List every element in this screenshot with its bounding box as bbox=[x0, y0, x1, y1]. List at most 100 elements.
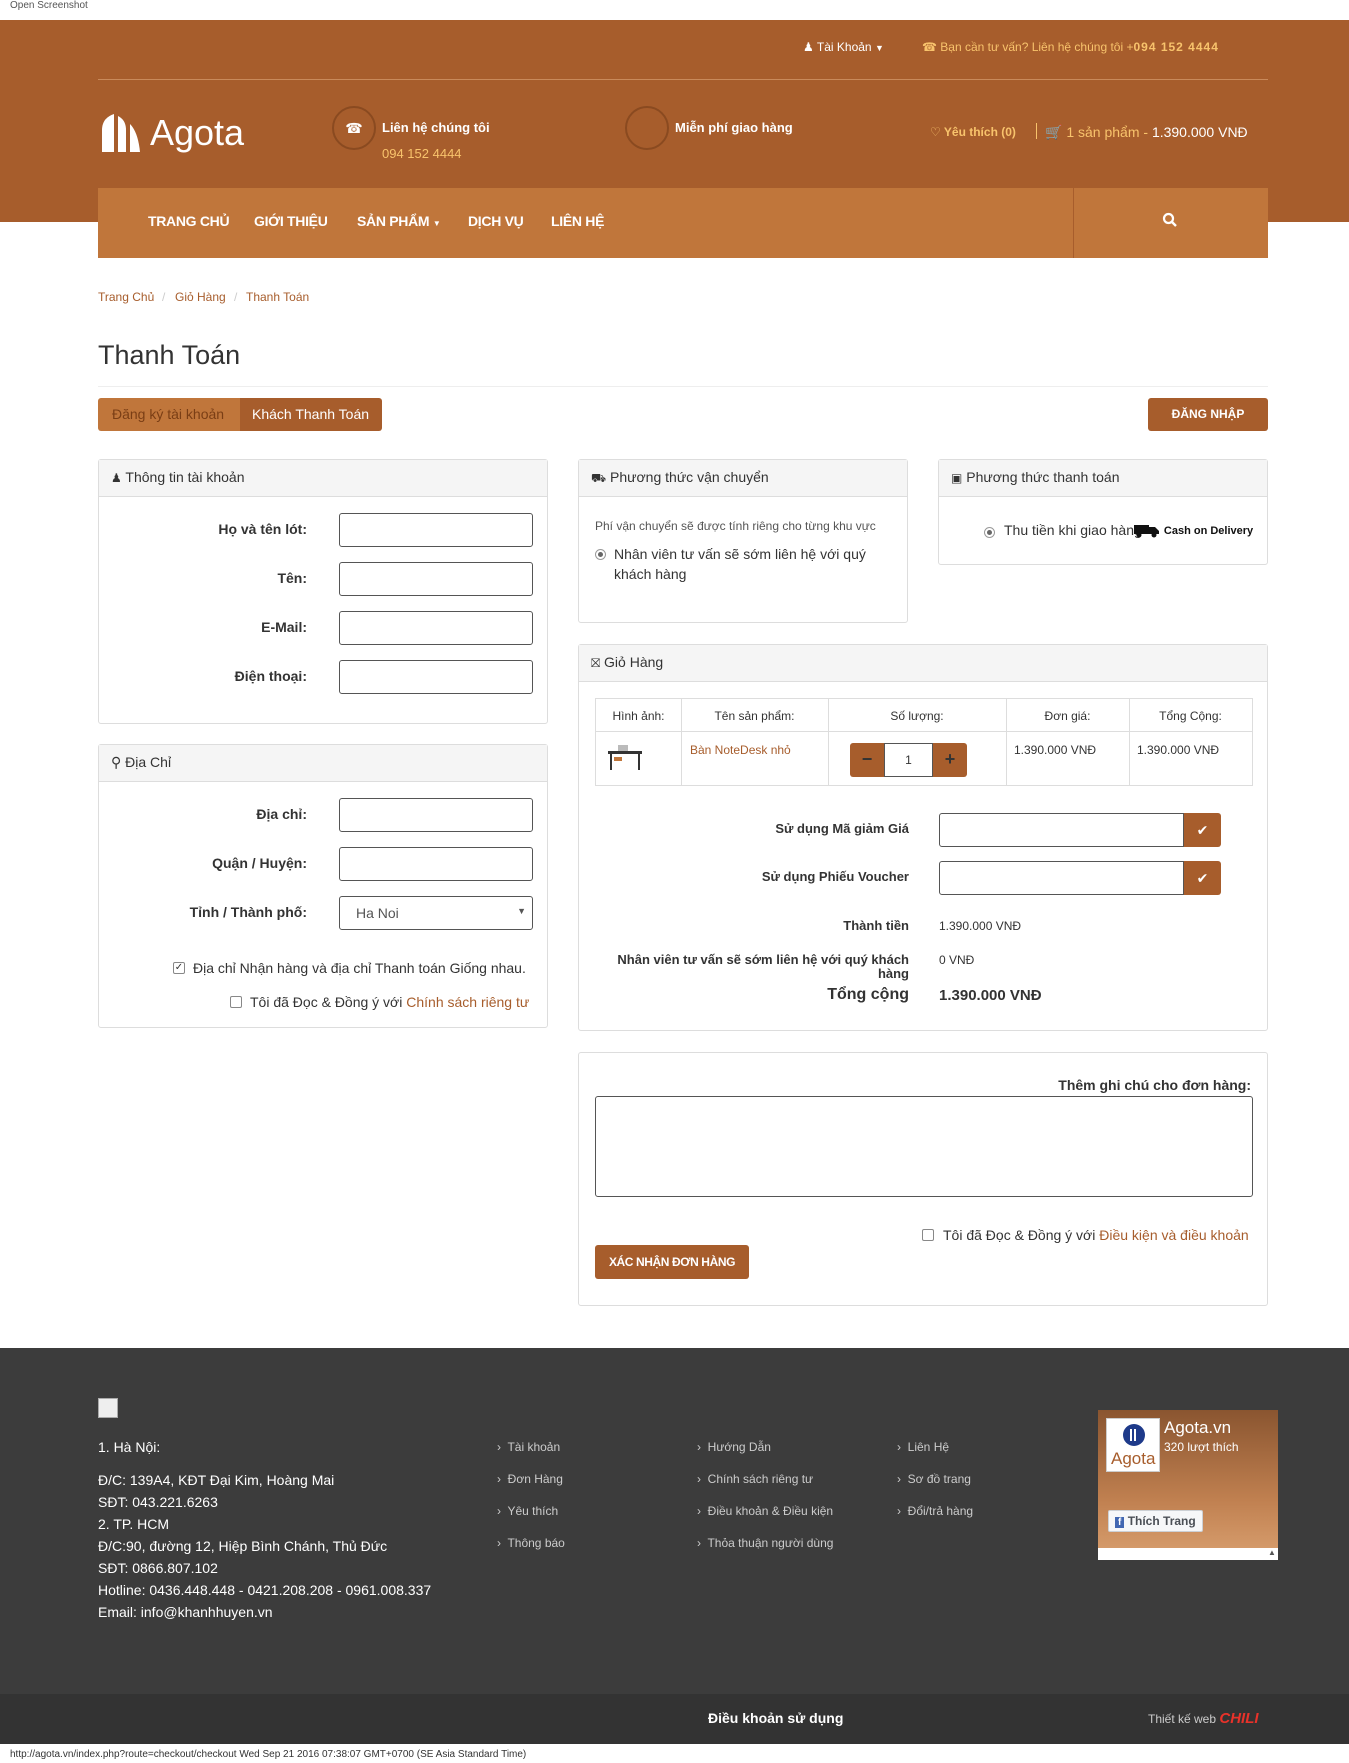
footer-link[interactable]: › Thỏa thuận người dùng bbox=[697, 1536, 833, 1550]
footer-link[interactable]: › Đơn Hàng bbox=[497, 1472, 563, 1486]
plus-button[interactable]: + bbox=[933, 743, 967, 777]
footer-link[interactable]: › Sơ đồ trang bbox=[897, 1472, 971, 1486]
lastname-input[interactable] bbox=[339, 513, 533, 547]
total-label: Tổng cộng bbox=[827, 986, 909, 1003]
designer-credit[interactable]: Thiết kế web CHILI bbox=[1148, 1710, 1259, 1727]
footer-link[interactable]: › Điều khoản & Điều kiện bbox=[697, 1504, 833, 1518]
footer-link[interactable]: › Tài khoản bbox=[497, 1440, 560, 1454]
breadcrumb-checkout[interactable]: Thanh Toán bbox=[246, 290, 309, 304]
footer-bottom-bar: Điều khoản sử dụng Thiết kế web CHILI bbox=[0, 1694, 1349, 1744]
voucher-input[interactable] bbox=[939, 861, 1184, 895]
cart-summary[interactable]: 🛒 1 sản phẩm - 1.390.000 VNĐ bbox=[1045, 124, 1248, 141]
footer-address-line: SĐT: 043.221.6263 bbox=[98, 1494, 218, 1510]
privacy-agree: Tôi đã Đọc & Đồng ý với Chính sách riêng… bbox=[250, 994, 530, 1010]
product-name-link[interactable]: Bàn NoteDesk nhỏ bbox=[690, 743, 791, 757]
footer-link[interactable]: › Chính sách riêng tư bbox=[697, 1472, 813, 1486]
order-notes-textarea[interactable] bbox=[595, 1096, 1253, 1197]
logo-icon bbox=[102, 114, 140, 152]
user-icon: ♟ bbox=[803, 40, 814, 54]
field-label: Điện thoại: bbox=[234, 668, 307, 684]
col-header: Đơn giá: bbox=[1044, 709, 1091, 723]
credit-card-icon: ▣ bbox=[951, 471, 963, 485]
product-thumbnail[interactable] bbox=[606, 743, 644, 776]
phone-icon: ☎ bbox=[922, 40, 937, 54]
field-label: Tên: bbox=[277, 570, 307, 586]
free-shipping-title: Miễn phí giao hàng bbox=[675, 120, 793, 135]
nav-item-products[interactable]: SẢN PHẨM ▼ bbox=[357, 213, 441, 229]
terms-link[interactable]: Điều kiện và điều khoản bbox=[1099, 1227, 1248, 1243]
footer-address-line: 1. Hà Nội: bbox=[98, 1439, 161, 1455]
header-separator bbox=[1036, 123, 1037, 139]
privacy-checkbox[interactable] bbox=[230, 996, 242, 1008]
facebook-page-widget[interactable]: Agota Agota.vn 320 lượt thích f Thích Tr… bbox=[1098, 1410, 1278, 1560]
footer-link[interactable]: › Yêu thích bbox=[497, 1504, 558, 1518]
confirm-order-button[interactable]: XÁC NHẬN ĐƠN HÀNG bbox=[595, 1245, 749, 1279]
phone-circle-icon: ☎ bbox=[332, 106, 376, 150]
same-address-checkbox[interactable]: ✓ bbox=[173, 962, 185, 974]
email-input[interactable] bbox=[339, 611, 533, 645]
terms-of-use-link[interactable]: Điều khoản sử dụng bbox=[708, 1710, 843, 1726]
footer-link[interactable]: › Đổi/trả hàng bbox=[897, 1504, 973, 1518]
check-icon: ✔ bbox=[1196, 870, 1209, 886]
logo[interactable]: Agota bbox=[98, 110, 244, 159]
district-input[interactable] bbox=[339, 847, 533, 881]
login-button[interactable]: ĐĂNG NHẬP bbox=[1148, 398, 1268, 431]
field-label: Quận / Huyện: bbox=[212, 855, 307, 871]
account-dropdown[interactable]: ♟ Tài Khoản ▼ bbox=[803, 40, 884, 54]
shipping-panel-header: ⛟ Phương thức vận chuyển bbox=[579, 460, 907, 497]
footer-address-line: 2. TP. HCM bbox=[98, 1516, 170, 1532]
coupon-label: Sử dụng Mã giảm Giá bbox=[775, 821, 909, 836]
fb-like-page-button[interactable]: f Thích Trang bbox=[1108, 1510, 1203, 1532]
field-label: Họ và tên lót: bbox=[218, 521, 307, 537]
caret-down-icon: ▼ bbox=[432, 219, 441, 228]
truck-icon: ⛟ bbox=[591, 471, 607, 485]
address-panel-header: ⚲ Địa Chỉ bbox=[99, 745, 547, 782]
field-label: Tỉnh / Thành phố: bbox=[189, 904, 307, 920]
consult-hotline[interactable]: ☎ Bạn cần tư vấn? Liên hệ chúng tôi +094… bbox=[922, 40, 1219, 54]
wishlist-link[interactable]: ♡ Yêu thích (0) bbox=[930, 125, 1016, 139]
search-icon bbox=[1162, 212, 1177, 227]
phone-input[interactable] bbox=[339, 660, 533, 694]
fb-likes: 320 lượt thích bbox=[1164, 1440, 1239, 1454]
breadcrumb-home[interactable]: Trang Chủ bbox=[98, 290, 154, 304]
address-input[interactable] bbox=[339, 798, 533, 832]
breadcrumb-cart[interactable]: Giỏ Hàng bbox=[175, 290, 226, 304]
account-panel: ♟ Thông tin tài khoản Họ và tên lót: Tên… bbox=[98, 459, 548, 724]
firstname-input[interactable] bbox=[339, 562, 533, 596]
header-divider bbox=[98, 79, 1268, 80]
subtotal-value: 1.390.000 VNĐ bbox=[939, 919, 1022, 933]
title-divider bbox=[98, 386, 1268, 387]
total-value: 1.390.000 VNĐ bbox=[939, 987, 1042, 1004]
users-icon: ♟ bbox=[111, 471, 122, 485]
coupon-apply-button[interactable]: ✔ bbox=[1184, 813, 1221, 847]
footer-link[interactable]: › Liên Hệ bbox=[897, 1440, 949, 1454]
footer-link[interactable]: › Hướng Dẫn bbox=[697, 1440, 771, 1454]
minus-button[interactable]: − bbox=[850, 743, 884, 777]
nav-item-services[interactable]: DỊCH VỤ bbox=[468, 213, 524, 229]
nav-item-about[interactable]: GIỚI THIỆU bbox=[254, 213, 328, 229]
nav-item-contact[interactable]: LIÊN HỆ bbox=[551, 213, 604, 229]
coupon-input[interactable] bbox=[939, 813, 1184, 847]
scroll-arrow-icon[interactable]: ▲ bbox=[1266, 1548, 1278, 1560]
payment-panel: ▣ Phương thức thanh toán Thu tiền khi gi… bbox=[938, 459, 1268, 565]
privacy-policy-link[interactable]: Chính sách riêng tư bbox=[406, 994, 529, 1010]
nav-item-home[interactable]: TRANG CHỦ bbox=[148, 213, 230, 229]
footer-link[interactable]: › Thông báo bbox=[497, 1536, 565, 1550]
terms-checkbox[interactable] bbox=[922, 1229, 934, 1241]
shipping-option-radio[interactable] bbox=[595, 549, 606, 560]
map-marker-icon: ⚲ bbox=[111, 754, 122, 770]
tab-guest[interactable]: Khách Thanh Toán bbox=[240, 398, 382, 431]
cod-label: Thu tiền khi giao hàng bbox=[1004, 522, 1142, 538]
search-button[interactable] bbox=[1162, 212, 1178, 231]
city-select[interactable]: Ha Noi ▼ bbox=[339, 896, 533, 930]
quantity-input[interactable]: 1 bbox=[884, 743, 933, 777]
desk-image bbox=[608, 745, 642, 770]
tab-register[interactable]: Đăng ký tài khoản bbox=[98, 398, 240, 431]
voucher-apply-button[interactable]: ✔ bbox=[1184, 861, 1221, 895]
shipping-fee-label: Nhân viên tư vấn sẽ sớm liên hệ với quý … bbox=[617, 952, 909, 981]
cod-radio[interactable] bbox=[984, 527, 995, 538]
main-nav: TRANG CHỦ GIỚI THIỆU SẢN PHẨM ▼ DỊCH VỤ … bbox=[98, 188, 1268, 258]
contact-phone[interactable]: 094 152 4444 bbox=[382, 146, 462, 161]
cart-panel: ⛝ Giỏ Hàng Hình ảnh: Tên sản phẩm: Số lư… bbox=[578, 644, 1268, 1031]
heart-icon: ♡ bbox=[930, 125, 941, 139]
